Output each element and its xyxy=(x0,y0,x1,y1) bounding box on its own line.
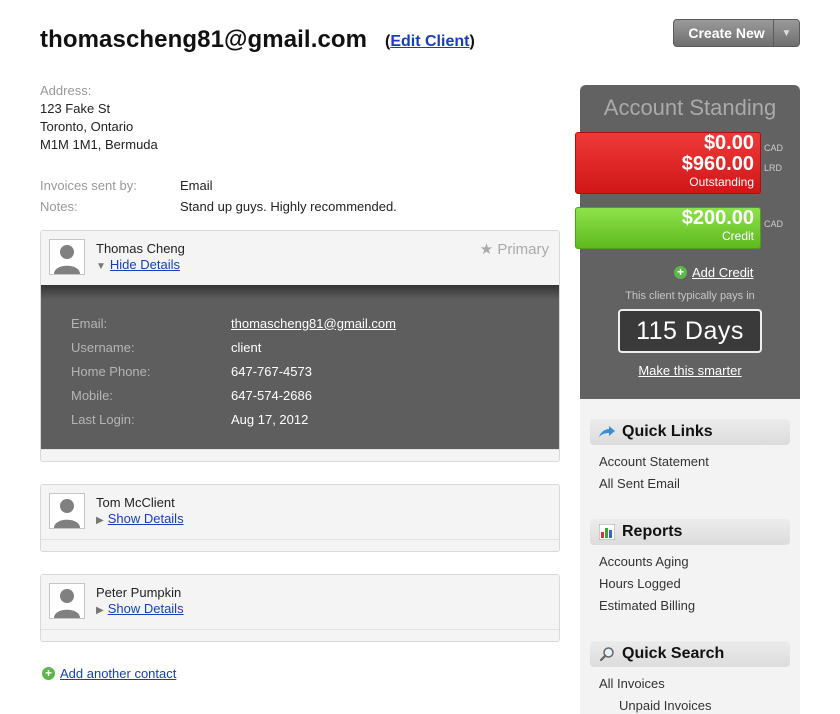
plus-icon[interactable]: + xyxy=(674,266,687,279)
triangle-down-icon[interactable]: ▼ xyxy=(96,261,106,272)
hide-details-toggle[interactable]: ▼ Hide Details xyxy=(96,257,180,272)
contact-name: Thomas Cheng xyxy=(96,241,185,256)
credit-amount: $200.00 xyxy=(681,207,754,229)
detail-row-home-phone: Home Phone: 647-767-4573 xyxy=(71,359,559,383)
plus-icon[interactable]: + xyxy=(42,667,55,680)
contact-card-thomas-cheng: Thomas Cheng ▼ Hide Details ★ Primary Ema… xyxy=(40,230,560,462)
add-contact-row[interactable]: + Add another contact xyxy=(42,666,176,681)
last-login-value: Aug 17, 2012 xyxy=(231,411,309,427)
quick-search-title: Quick Search xyxy=(622,645,725,662)
link-estimated-billing[interactable]: Estimated Billing xyxy=(599,598,695,613)
quick-links-header: Quick Links xyxy=(590,419,790,445)
contact-card-tom-mcclient: Tom McClient ▶ Show Details xyxy=(40,484,560,552)
last-login-label: Last Login: xyxy=(71,411,135,427)
show-details-toggle[interactable]: ▶ Show Details xyxy=(96,511,184,526)
create-new-button[interactable]: Create New ▼ xyxy=(673,19,800,47)
link-all-sent-email[interactable]: All Sent Email xyxy=(599,476,680,491)
link-account-statement[interactable]: Account Statement xyxy=(599,454,709,469)
notes-row: Notes: Stand up guys. Highly recommended… xyxy=(40,196,397,217)
avatar xyxy=(49,493,85,529)
currency-cad: CAD xyxy=(764,219,784,229)
address-line-3: M1M 1M1, Bermuda xyxy=(40,137,158,152)
link-accounts-aging[interactable]: Accounts Aging xyxy=(599,554,689,569)
days-display: 115 Days xyxy=(618,309,762,353)
pays-in-text: This client typically pays in xyxy=(625,290,755,302)
invoices-sent-row: Invoices sent by: Email xyxy=(40,175,397,196)
home-phone-label: Home Phone: xyxy=(71,363,151,379)
create-new-label[interactable]: Create New xyxy=(674,20,773,46)
outstanding-lrd: $960.00 xyxy=(681,153,754,175)
contact-name: Tom McClient xyxy=(96,495,175,510)
bar-chart-icon xyxy=(598,524,616,540)
outstanding-cad: $0.00 xyxy=(703,132,754,154)
triangle-right-icon[interactable]: ▶ xyxy=(96,605,104,616)
home-phone-value: 647-767-4573 xyxy=(231,363,312,379)
address-label: Address: xyxy=(40,83,92,98)
client-info: Invoices sent by: Email Notes: Stand up … xyxy=(40,175,397,217)
contact-header: Peter Pumpkin ▶ Show Details xyxy=(41,575,559,629)
make-smarter-row: Make this smarter xyxy=(580,363,800,378)
credit-label: Credit xyxy=(721,229,754,243)
credit-box: $200.00 Credit xyxy=(575,207,761,249)
contact-footer xyxy=(41,449,559,461)
avatar xyxy=(49,583,85,619)
mobile-label: Mobile: xyxy=(71,387,113,403)
paren-close: ) xyxy=(469,33,475,50)
address-line-2: Toronto, Ontario xyxy=(40,119,134,134)
contact-header: Tom McClient ▶ Show Details xyxy=(41,485,559,539)
outstanding-box: $0.00 $960.00 Outstanding xyxy=(575,132,761,194)
link-all-invoices[interactable]: All Invoices xyxy=(599,676,665,691)
currency-lrd: LRD xyxy=(764,163,783,173)
add-credit-link[interactable]: Add Credit xyxy=(692,265,753,280)
mobile-value: 647-574-2686 xyxy=(231,387,312,403)
page-title: thomascheng81@gmail.com xyxy=(40,26,368,53)
username-value: client xyxy=(231,339,262,355)
reports-header: Reports xyxy=(590,519,790,545)
show-details-toggle[interactable]: ▶ Show Details xyxy=(96,601,184,616)
quick-search-header: Quick Search xyxy=(590,641,790,667)
show-details-link[interactable]: Show Details xyxy=(108,511,184,526)
detail-row-username: Username: client xyxy=(71,335,559,359)
edit-client-link[interactable]: Edit Client xyxy=(390,33,469,50)
link-unpaid-invoices[interactable]: Unpaid Invoices xyxy=(619,698,712,713)
add-credit-row[interactable]: + Add Credit xyxy=(674,265,753,280)
notes-value: Stand up guys. Highly recommended. xyxy=(180,199,397,214)
account-standing-title: Account Standing xyxy=(603,95,777,120)
edit-client-wrapper: (Edit Client) xyxy=(385,33,475,51)
make-smarter-link[interactable]: Make this smarter xyxy=(638,363,741,378)
currency-cad: CAD xyxy=(764,143,784,153)
triangle-right-icon[interactable]: ▶ xyxy=(96,515,104,526)
quick-links-title: Quick Links xyxy=(622,423,713,440)
notes-label: Notes: xyxy=(40,199,78,214)
detail-row-mobile: Mobile: 647-574-2686 xyxy=(71,383,559,407)
email-link[interactable]: thomascheng81@gmail.com xyxy=(231,316,396,331)
contact-footer xyxy=(41,539,559,551)
arrow-share-icon xyxy=(598,424,616,440)
avatar xyxy=(49,239,85,275)
link-hours-logged[interactable]: Hours Logged xyxy=(599,576,681,591)
magnifier-icon xyxy=(598,646,616,662)
address-line-1: 123 Fake St xyxy=(40,101,111,116)
client-address: Address: 123 Fake St Toronto, Ontario M1… xyxy=(40,82,158,154)
sidebar: Account Standing $0.00 $960.00 Outstandi… xyxy=(575,85,800,714)
hide-details-link[interactable]: Hide Details xyxy=(110,257,180,272)
contact-card-peter-pumpkin: Peter Pumpkin ▶ Show Details xyxy=(40,574,560,642)
show-details-link[interactable]: Show Details xyxy=(108,601,184,616)
invoices-sent-value: Email xyxy=(180,178,213,193)
email-label: Email: xyxy=(71,315,108,331)
add-contact-link[interactable]: Add another contact xyxy=(60,666,176,681)
primary-badge: ★ Primary xyxy=(479,241,549,258)
chevron-down-icon[interactable]: ▼ xyxy=(773,20,799,46)
contact-footer xyxy=(41,629,559,641)
contact-name: Peter Pumpkin xyxy=(96,585,182,600)
reports-title: Reports xyxy=(622,523,683,540)
detail-row-last-login: Last Login: Aug 17, 2012 xyxy=(71,407,559,431)
invoices-sent-label: Invoices sent by: xyxy=(40,178,137,193)
account-standing-panel: Account Standing $0.00 $960.00 Outstandi… xyxy=(575,85,800,399)
username-label: Username: xyxy=(71,339,135,355)
contact-details-panel: Email: thomascheng81@gmail.com Username:… xyxy=(41,285,559,449)
detail-row-email: Email: thomascheng81@gmail.com xyxy=(71,311,559,335)
contact-header: Thomas Cheng ▼ Hide Details ★ Primary xyxy=(41,231,559,285)
outstanding-label: Outstanding xyxy=(689,175,754,189)
